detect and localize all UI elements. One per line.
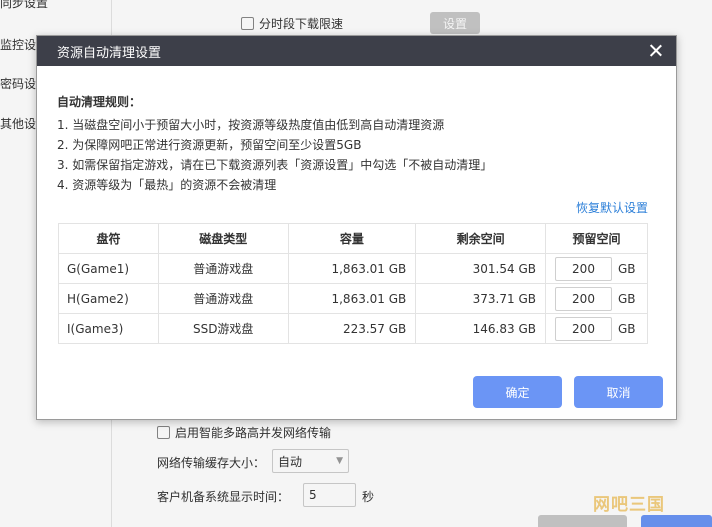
cell-capacity: 1,863.01 GB — [287, 253, 417, 284]
restore-defaults-link[interactable]: 恢复默认设置 — [576, 199, 648, 216]
cell-drive: H(Game2) — [58, 283, 159, 314]
cell-type: SSD游戏盘 — [157, 313, 289, 344]
close-icon[interactable] — [647, 42, 664, 59]
dialog-titlebar: 资源自动清理设置 — [37, 36, 676, 66]
cell-reserve: GB — [545, 283, 648, 314]
cell-free: 146.83 GB — [415, 313, 546, 344]
rule-2: 2. 为保障网吧正常进行资源更新，预留空间至少设置5GB — [57, 138, 362, 152]
auto-clean-dialog: 资源自动清理设置 自动清理规则： 1. 当磁盘空间小于预留大小时，按资源等级热度… — [36, 35, 677, 420]
rule-1: 1. 当磁盘空间小于预留大小时，按资源等级热度值由低到高自动清理资源 — [57, 118, 445, 132]
rule-3: 3. 如需保留指定游戏，请在已下载资源列表「资源设置」中勾选「不被自动清理」 — [57, 158, 493, 172]
dialog-title: 资源自动清理设置 — [57, 45, 162, 61]
cell-type: 普通游戏盘 — [157, 283, 289, 314]
cell-free: 373.71 GB — [415, 283, 546, 314]
reserve-unit: GB — [618, 261, 636, 276]
rules-title: 自动清理规则： — [57, 95, 142, 109]
table-header-row: 盘符 磁盘类型 容量 剩余空间 预留空间 — [58, 223, 648, 254]
reserve-input[interactable] — [555, 286, 612, 311]
header-reserve: 预留空间 — [545, 223, 648, 254]
reserve-unit: GB — [618, 291, 636, 306]
reserve-unit: GB — [618, 321, 636, 336]
header-drive: 盘符 — [58, 223, 159, 254]
table-row: I(Game3) SSD游戏盘 223.57 GB 146.83 GB GB — [58, 313, 648, 344]
cell-drive: I(Game3) — [58, 313, 159, 344]
reserve-input[interactable] — [555, 316, 612, 341]
cell-drive: G(Game1) — [58, 253, 159, 284]
header-free: 剩余空间 — [415, 223, 546, 254]
disk-table: 盘符 磁盘类型 容量 剩余空间 预留空间 G(Game1) 普通游戏盘 1,86… — [58, 223, 648, 344]
cell-type: 普通游戏盘 — [157, 253, 289, 284]
confirm-button[interactable]: 确定 — [473, 376, 562, 408]
table-row: G(Game1) 普通游戏盘 1,863.01 GB 301.54 GB GB — [58, 253, 648, 284]
cell-capacity: 223.57 GB — [287, 313, 417, 344]
cell-reserve: GB — [545, 253, 648, 284]
cell-reserve: GB — [545, 313, 648, 344]
header-capacity: 容量 — [287, 223, 417, 254]
reserve-input[interactable] — [555, 256, 612, 281]
table-row: H(Game2) 普通游戏盘 1,863.01 GB 373.71 GB GB — [58, 283, 648, 314]
cancel-button[interactable]: 取消 — [574, 376, 663, 408]
rule-4: 4. 资源等级为「最热」的资源不会被清理 — [57, 178, 277, 192]
cell-capacity: 1,863.01 GB — [287, 283, 417, 314]
cell-free: 301.54 GB — [415, 253, 546, 284]
header-type: 磁盘类型 — [157, 223, 289, 254]
